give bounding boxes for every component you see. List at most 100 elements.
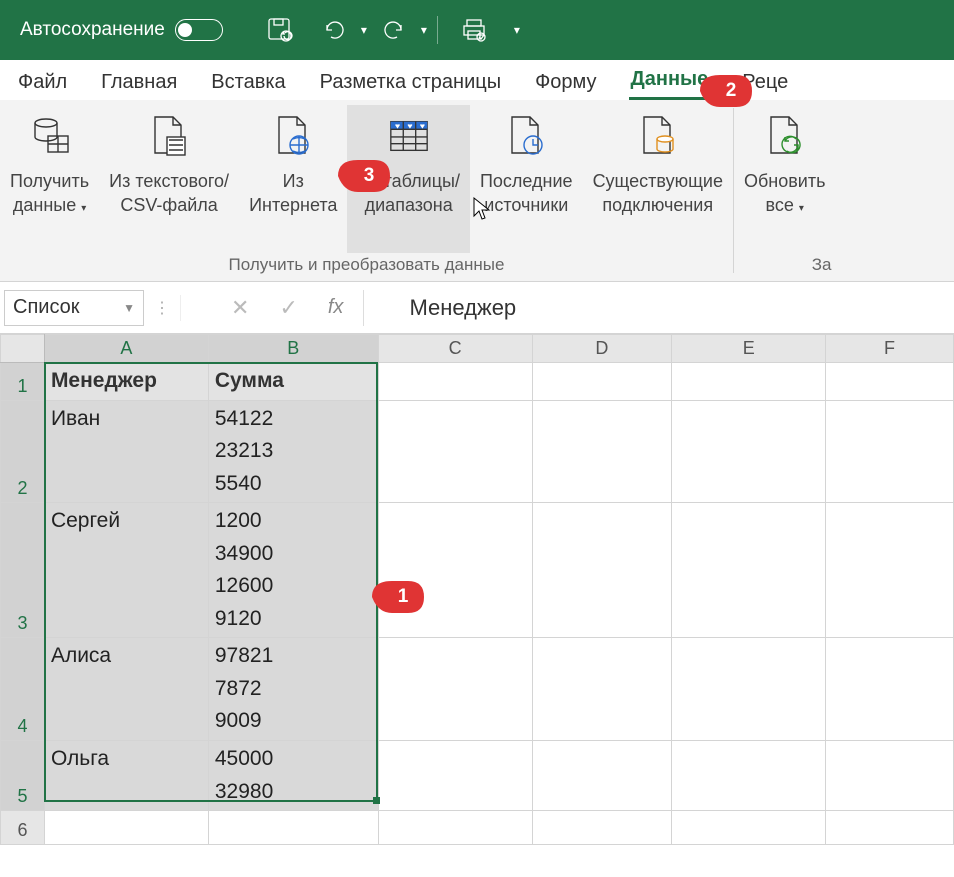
cell[interactable]: 45000 32980 [208,741,378,811]
col-header-B[interactable]: B [208,335,378,363]
recent-sources-icon [504,111,548,161]
cell[interactable] [532,503,672,638]
cell[interactable]: Менеджер [44,363,208,401]
save-icon[interactable] [265,15,295,45]
cell[interactable] [378,811,532,845]
row-header[interactable]: 6 [1,811,45,845]
cell[interactable] [826,400,954,503]
cell[interactable] [378,400,532,503]
ribbon-existing-conn[interactable]: Существующие подключения [583,105,733,253]
row-header[interactable]: 2 [1,400,45,503]
ribbon-recent-sources-label: Последние источники [480,169,573,218]
ribbon-get-data[interactable]: Получить данные ▾ [0,105,99,253]
ribbon-from-csv-label: Из текстового/ CSV-файла [109,169,229,218]
redo-icon[interactable] [379,15,409,45]
cell[interactable]: Иван [44,400,208,503]
cell[interactable] [44,811,208,845]
fx-icon[interactable]: fx [328,296,344,319]
cell[interactable] [826,741,954,811]
grid-wrap: A B C D E F 1 Менеджер Сумма 2 Иван 5412… [0,334,954,845]
tab-formulas[interactable]: Форму [533,65,598,100]
row-header[interactable]: 3 [1,503,45,638]
annotation-marker-1: 1 [372,577,428,617]
cell[interactable] [378,363,532,401]
cell[interactable] [532,741,672,811]
col-header-D[interactable]: D [532,335,672,363]
cell[interactable]: 1200 34900 12600 9120 [208,503,378,638]
cell[interactable] [672,741,826,811]
name-box-value: Список [13,296,80,319]
cell[interactable] [378,741,532,811]
formula-input[interactable] [379,288,954,328]
tab-home[interactable]: Главная [99,65,179,100]
annotation-marker-3: 3 [338,156,394,196]
row-header[interactable]: 4 [1,638,45,741]
redo-dropdown[interactable]: ▾ [421,23,427,37]
col-header-A[interactable]: A [44,335,208,363]
autosave-label: Автосохранение [20,19,165,41]
cell[interactable] [532,400,672,503]
fbar-divider: ⋮ [144,298,180,318]
cell[interactable] [826,363,954,401]
cell[interactable] [826,503,954,638]
from-table-icon [387,111,431,161]
cell[interactable] [826,638,954,741]
from-csv-icon [147,111,191,161]
print-icon[interactable] [460,15,490,45]
tab-data[interactable]: Данные [629,62,711,100]
undo-icon[interactable] [319,15,349,45]
qat-customize[interactable]: ▾ [514,23,520,37]
ribbon-from-csv[interactable]: Из текстового/ CSV-файла [99,105,239,253]
tab-page-layout[interactable]: Разметка страницы [318,65,503,100]
name-box[interactable]: Список ▼ [4,290,144,326]
select-all-corner[interactable] [1,335,45,363]
cell[interactable] [672,811,826,845]
cell[interactable] [532,811,672,845]
ribbon-tabs: Файл Главная Вставка Разметка страницы Ф… [0,60,954,100]
titlebar: Автосохранение ▾ ▾ ▾ [0,0,954,60]
col-header-C[interactable]: C [378,335,532,363]
autosave-toggle[interactable] [175,19,223,41]
row-header[interactable]: 1 [1,363,45,401]
cell[interactable] [672,363,826,401]
existing-conn-icon [636,111,680,161]
get-data-icon [28,111,72,161]
from-web-icon [271,111,315,161]
cell[interactable]: Алиса [44,638,208,741]
ribbon-recent-sources[interactable]: Последние источники [470,105,583,253]
cell[interactable]: Ольга [44,741,208,811]
tab-insert[interactable]: Вставка [209,65,287,100]
tab-file[interactable]: Файл [16,65,69,100]
cell[interactable] [532,363,672,401]
ribbon-group-label-queries-frag: За [734,255,836,281]
ribbon-existing-conn-label: Существующие подключения [593,169,723,218]
cell[interactable] [672,503,826,638]
name-box-arrow[interactable]: ▼ [123,301,135,315]
cell[interactable]: Сумма [208,363,378,401]
cell[interactable] [672,638,826,741]
cell[interactable] [208,811,378,845]
ribbon-from-web[interactable]: Из Интернета [239,105,347,253]
cell[interactable] [532,638,672,741]
refresh-all-icon [763,111,807,161]
cell[interactable] [672,400,826,503]
annotation-marker-2: 2 [700,71,756,111]
cell[interactable]: Сергей [44,503,208,638]
ribbon-refresh-all[interactable]: Обновить все ▾ [734,105,836,253]
cell[interactable] [378,503,532,638]
spreadsheet-grid[interactable]: A B C D E F 1 Менеджер Сумма 2 Иван 5412… [0,334,954,845]
cell[interactable] [378,638,532,741]
cell[interactable]: 97821 7872 9009 [208,638,378,741]
col-header-E[interactable]: E [672,335,826,363]
ribbon-refresh-all-label: Обновить все ▾ [744,169,826,218]
col-header-F[interactable]: F [826,335,954,363]
ribbon-get-data-label: Получить данные ▾ [10,169,89,218]
row-header[interactable]: 5 [1,741,45,811]
enter-icon[interactable]: ✓ [279,295,297,321]
cell[interactable]: 54122 23213 5540 [208,400,378,503]
ribbon-from-web-label: Из Интернета [249,169,337,218]
undo-dropdown[interactable]: ▾ [361,23,367,37]
cancel-icon[interactable]: ✕ [231,295,249,321]
ribbon-group-label-transform: Получить и преобразовать данные [229,255,505,281]
cell[interactable] [826,811,954,845]
